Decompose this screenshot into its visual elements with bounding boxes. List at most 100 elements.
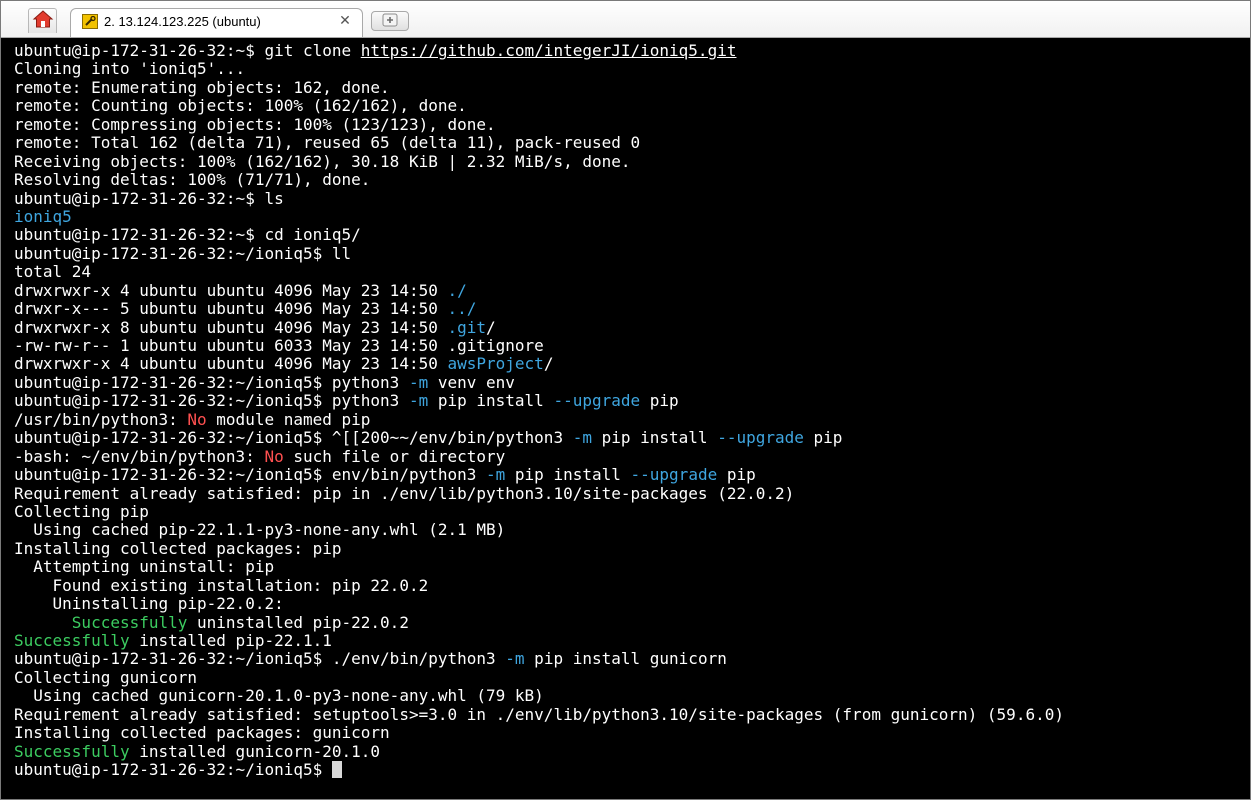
terminal-line: Resolving deltas: 100% (71/71), done. (14, 170, 1250, 190)
terminal-text: ubuntu@ip-172-31-26-32:~/ioniq5$ ^[[200~… (14, 428, 573, 448)
new-tab-icon (382, 12, 398, 31)
terminal-text: Uninstalling pip-22.0.2: (14, 594, 284, 614)
terminal-text: Successfully (14, 741, 130, 761)
terminal-text: ubuntu@ip-172-31-26-32:~/ioniq5$ ./env/b… (14, 649, 506, 669)
terminal-text: pip install (505, 465, 631, 485)
terminal-text: Successfully (14, 631, 130, 650)
terminal-text: Collecting gunicorn (14, 667, 198, 687)
terminal-text: -rw-rw-r-- 1 ubuntu ubuntu 6033 May 23 1… (14, 336, 544, 355)
terminal-line: ioniq5 (14, 207, 1250, 226)
terminal-line: total 24 (14, 263, 1250, 281)
session-icon (82, 14, 98, 29)
terminal-text: --upgrade (553, 391, 641, 411)
terminal-text: Requirement already satisfied: setuptool… (14, 704, 1064, 724)
terminal-line: Using cached pip-22.1.1-py3-none-any.whl… (14, 521, 1250, 539)
terminal-text: pip (803, 428, 843, 448)
terminal-text: / (543, 354, 554, 374)
terminal-line: ubuntu@ip-172-31-26-32:~/ioniq5$ env/bin… (14, 465, 1250, 485)
close-icon[interactable]: ✕ (336, 12, 354, 30)
terminal-text: Resolving deltas: 100% (71/71), done. (14, 170, 371, 190)
tab-session[interactable]: 2. 13.124.123.225 (ubuntu) ✕ (70, 8, 363, 37)
terminal-line: -bash: ~/env/bin/python3: No such file o… (14, 446, 1250, 466)
terminal-output[interactable]: ubuntu@ip-172-31-26-32:~$ git clone http… (1, 38, 1250, 799)
terminal-text: pip install (428, 391, 554, 411)
terminal-line: ubuntu@ip-172-31-26-32:~$ cd ioniq5/ (14, 226, 1250, 244)
terminal-line: Using cached gunicorn-20.1.0-py3-none-an… (14, 687, 1250, 705)
terminal-text: ./ (447, 280, 467, 300)
terminal-text: Installing collected packages: pip (14, 538, 342, 558)
terminal-text: .git (447, 317, 487, 337)
terminal-text: pip install (591, 428, 718, 448)
terminal-line: remote: Counting objects: 100% (162/162)… (14, 97, 1250, 115)
terminal-text: remote: Enumerating objects: 162, done. (14, 77, 390, 97)
terminal-line: ubuntu@ip-172-31-26-32:~$ git clone http… (14, 41, 1250, 60)
terminal-text: -m (486, 465, 506, 485)
terminal-text: ubuntu@ip-172-31-26-32:~/ioniq5$ python3 (14, 372, 409, 392)
terminal-link[interactable]: https://github.com/integerJI/ioniq5.git (361, 41, 737, 60)
terminal-line: ubuntu@ip-172-31-26-32:~/ioniq5$ ll (14, 244, 1250, 263)
terminal-text: drwxr-x--- 5 ubuntu ubuntu 4096 May 23 1… (14, 299, 448, 319)
terminal-line: Found existing installation: pip 22.0.2 (14, 575, 1250, 595)
terminal-text: total 24 (14, 262, 92, 282)
terminal-line: ubuntu@ip-172-31-26-32:~/ioniq5$ python3… (14, 392, 1250, 410)
terminal-text: ubuntu@ip-172-31-26-32:~$ git clone (14, 41, 361, 60)
terminal-text: remote: Compressing objects: 100% (123/1… (14, 114, 496, 134)
terminal-text: ubuntu@ip-172-31-26-32:~/ioniq5$ (14, 760, 332, 780)
terminal-text: Found existing installation: pip 22.0.2 (14, 575, 429, 595)
terminal-text: Collecting pip (14, 501, 149, 521)
terminal-text: ubuntu@ip-172-31-26-32:~/ioniq5$ python3 (14, 391, 409, 411)
terminal-text: drwxrwxr-x 8 ubuntu ubuntu 4096 May 23 1… (14, 317, 448, 337)
terminal-window: 2. 13.124.123.225 (ubuntu) ✕ ubuntu@ip-1… (0, 0, 1251, 800)
terminal-line: Successfully installed gunicorn-20.1.0 (14, 741, 1250, 761)
terminal-line: Collecting gunicorn (14, 667, 1250, 687)
terminal-text: remote: Total 162 (delta 71), reused 65 … (14, 133, 641, 153)
terminal-line: Installing collected packages: pip (14, 538, 1250, 558)
terminal-line: /usr/bin/python3: No module named pip (14, 409, 1250, 429)
terminal-line: Successfully installed pip-22.1.1 (14, 631, 1250, 650)
terminal-text: installed gunicorn-20.1.0 (129, 741, 381, 761)
terminal-text: module named pip (206, 409, 371, 429)
terminal-line: ubuntu@ip-172-31-26-32:~/ioniq5$ (14, 760, 1250, 780)
terminal-text: ubuntu@ip-172-31-26-32:~$ cd ioniq5/ (14, 225, 361, 245)
terminal-text: ../ (447, 299, 477, 319)
terminal-text: Cloning into 'ioniq5'... (14, 59, 246, 79)
terminal-line: ubuntu@ip-172-31-26-32:~/ioniq5$ ./env/b… (14, 650, 1250, 668)
tab-title: 2. 13.124.123.225 (ubuntu) (104, 14, 261, 29)
home-icon (32, 9, 54, 33)
terminal-text: -bash: ~/env/bin/python3: (14, 446, 265, 466)
terminal-text: Installing collected packages: gunicorn (14, 723, 390, 743)
terminal-text: Requirement already satisfied: pip in ./… (14, 483, 795, 503)
terminal-text: ubuntu@ip-172-31-26-32:~$ ls (14, 188, 284, 208)
terminal-line: Requirement already satisfied: pip in ./… (14, 483, 1250, 503)
terminal-text: drwxrwxr-x 4 ubuntu ubuntu 4096 May 23 1… (14, 354, 448, 374)
terminal-text: awsProject (447, 354, 544, 374)
terminal-text: Successfully (71, 612, 188, 632)
terminal-text: remote: Counting objects: 100% (162/162)… (14, 96, 467, 116)
terminal-line: drwxrwxr-x 4 ubuntu ubuntu 4096 May 23 1… (14, 280, 1250, 300)
terminal-line: drwxrwxr-x 4 ubuntu ubuntu 4096 May 23 1… (14, 355, 1250, 373)
terminal-line: drwxr-x--- 5 ubuntu ubuntu 4096 May 23 1… (14, 299, 1250, 319)
terminal-line: remote: Total 162 (delta 71), reused 65 … (14, 133, 1250, 153)
new-tab-button[interactable] (371, 11, 409, 31)
terminal-text: pip install gunicorn (524, 649, 727, 669)
terminal-line: ubuntu@ip-172-31-26-32:~/ioniq5$ ^[[200~… (14, 428, 1250, 448)
terminal-text: -m (572, 428, 592, 448)
terminal-text: installed pip-22.1.1 (129, 631, 332, 650)
terminal-line: remote: Enumerating objects: 162, done. (14, 77, 1250, 97)
terminal-text: -m (408, 372, 429, 392)
terminal-text: such file or directory (283, 446, 506, 466)
home-button[interactable] (28, 8, 57, 33)
terminal-text: Receiving objects: 100% (162/162), 30.18… (14, 151, 631, 171)
terminal-line: Requirement already satisfied: setuptool… (14, 704, 1250, 724)
terminal-line: Installing collected packages: gunicorn (14, 723, 1250, 743)
terminal-line: ubuntu@ip-172-31-26-32:~/ioniq5$ python3… (14, 372, 1250, 392)
terminal-line: Successfully uninstalled pip-22.0.2 (14, 612, 1250, 632)
terminal-line: Cloning into 'ioniq5'... (14, 60, 1250, 78)
terminal-line: Attempting uninstall: pip (14, 558, 1250, 576)
terminal-text: uninstalled pip-22.0.2 (187, 612, 409, 632)
terminal-text: /usr/bin/python3: (14, 409, 188, 429)
terminal-line: ubuntu@ip-172-31-26-32:~$ ls (14, 188, 1250, 208)
terminal-line: Collecting pip (14, 501, 1250, 521)
terminal-text: venv env (428, 372, 515, 392)
